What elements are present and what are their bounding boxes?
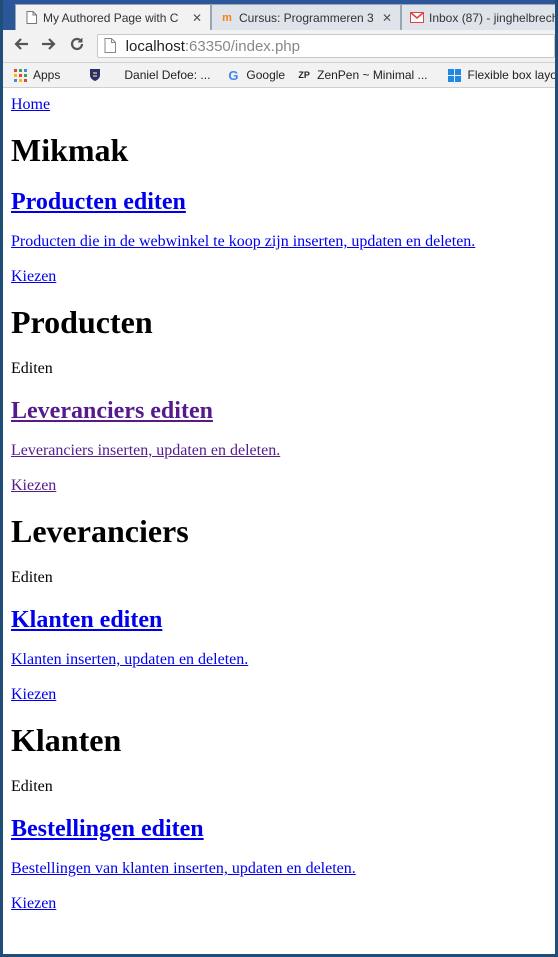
bookmark-google[interactable]: G Google bbox=[226, 67, 285, 83]
tab-strip: My Authored Page with C ✕ m Cursus: Prog… bbox=[3, 0, 555, 30]
forward-button[interactable] bbox=[35, 32, 63, 60]
bookmark-shield[interactable] bbox=[88, 68, 108, 82]
url-host: localhost bbox=[125, 37, 185, 55]
klanten-editen-heading: Klanten editen bbox=[11, 606, 547, 634]
bestellingen-editen-link[interactable]: Bestellingen editen bbox=[11, 816, 204, 842]
leveranciers-heading: Leveranciers bbox=[11, 513, 189, 549]
bestellingen-editen-heading: Bestellingen editen bbox=[11, 815, 547, 843]
arrow-right-icon bbox=[41, 36, 57, 57]
page-content: Home Mikmak Producten editen Producten d… bbox=[3, 96, 555, 913]
close-icon[interactable]: ✕ bbox=[382, 11, 392, 25]
google-icon: G bbox=[228, 67, 239, 83]
zenpen-icon: ZP bbox=[298, 70, 310, 80]
page-icon bbox=[24, 11, 38, 25]
gmail-icon bbox=[410, 11, 424, 25]
bookmark-zenpen[interactable]: ZP ZenPen ~ Minimal ... bbox=[297, 68, 427, 82]
bookmark-apps[interactable]: Apps bbox=[13, 68, 60, 82]
klanten-kiezen: Kiezen bbox=[11, 685, 547, 704]
address-bar[interactable]: localhost:63350/index.php bbox=[96, 34, 555, 58]
klanten-description-link[interactable]: Klanten inserten, updaten en deleten. bbox=[11, 651, 248, 668]
home-link[interactable]: Home bbox=[11, 96, 547, 114]
leveranciers-kiezen: Kiezen bbox=[11, 476, 547, 495]
shield-icon bbox=[88, 68, 102, 82]
page-icon bbox=[104, 38, 118, 54]
back-button[interactable] bbox=[7, 32, 35, 60]
producten-heading: Producten bbox=[11, 304, 153, 340]
leveranciers-editen-link[interactable]: Leveranciers editen bbox=[11, 398, 213, 424]
browser-window: My Authored Page with C ✕ m Cursus: Prog… bbox=[0, 0, 558, 957]
producten-kiezen-link[interactable]: Kiezen bbox=[11, 268, 56, 285]
tab-inbox[interactable]: Inbox (87) - jinghelbrech bbox=[401, 4, 555, 30]
producten-description: Producten die in de webwinkel te koop zi… bbox=[11, 232, 547, 251]
site-title: Mikmak bbox=[11, 132, 129, 168]
leveranciers-editen-heading: Leveranciers editen bbox=[11, 397, 547, 425]
bestellingen-kiezen-link[interactable]: Kiezen bbox=[11, 895, 56, 912]
bookmark-flexible-box[interactable]: Flexible box layou bbox=[448, 68, 555, 82]
arrow-left-icon bbox=[13, 36, 29, 57]
bookmark-daniel-defoe[interactable]: Daniel Defoe: ... bbox=[124, 68, 210, 82]
url-path: :63350/index.php bbox=[184, 37, 300, 55]
close-icon[interactable]: ✕ bbox=[192, 11, 202, 25]
reload-icon bbox=[69, 36, 85, 57]
browser-toolbar: localhost:63350/index.php bbox=[3, 30, 555, 63]
bookmarks-bar: Apps Daniel Defoe: ... G Google ZP ZenPe… bbox=[3, 63, 555, 88]
tab-cursus[interactable]: m Cursus: Programmeren 3 ✕ bbox=[211, 4, 401, 30]
bestellingen-description-link[interactable]: Bestellingen van klanten inserten, updat… bbox=[11, 860, 356, 877]
klanten-editen-text: Editen bbox=[11, 778, 53, 795]
apps-grid-icon bbox=[13, 68, 27, 82]
klanten-description: Klanten inserten, updaten en deleten. bbox=[11, 650, 547, 669]
producten-kiezen: Kiezen bbox=[11, 267, 547, 286]
leveranciers-description: Leveranciers inserten, updaten en delete… bbox=[11, 441, 547, 460]
leveranciers-description-link[interactable]: Leveranciers inserten, updaten en delete… bbox=[11, 442, 280, 459]
bestellingen-kiezen: Kiezen bbox=[11, 894, 547, 913]
reload-button[interactable] bbox=[63, 32, 91, 60]
moodle-icon: m bbox=[222, 11, 232, 24]
producten-editen-text: Editen bbox=[11, 360, 53, 377]
tab-my-authored-page[interactable]: My Authored Page with C ✕ bbox=[15, 4, 211, 30]
leveranciers-editen-text: Editen bbox=[11, 569, 53, 586]
producten-editen-link[interactable]: Producten editen bbox=[11, 189, 186, 215]
producten-editen-heading: Producten editen bbox=[11, 188, 547, 216]
klanten-editen-link[interactable]: Klanten editen bbox=[11, 607, 162, 633]
leveranciers-kiezen-link[interactable]: Kiezen bbox=[11, 477, 56, 494]
producten-description-link[interactable]: Producten die in de webwinkel te koop zi… bbox=[11, 233, 475, 250]
windows-icon bbox=[448, 68, 462, 82]
klanten-kiezen-link[interactable]: Kiezen bbox=[11, 686, 56, 703]
bestellingen-description: Bestellingen van klanten inserten, updat… bbox=[11, 859, 547, 878]
klanten-heading: Klanten bbox=[11, 722, 122, 758]
